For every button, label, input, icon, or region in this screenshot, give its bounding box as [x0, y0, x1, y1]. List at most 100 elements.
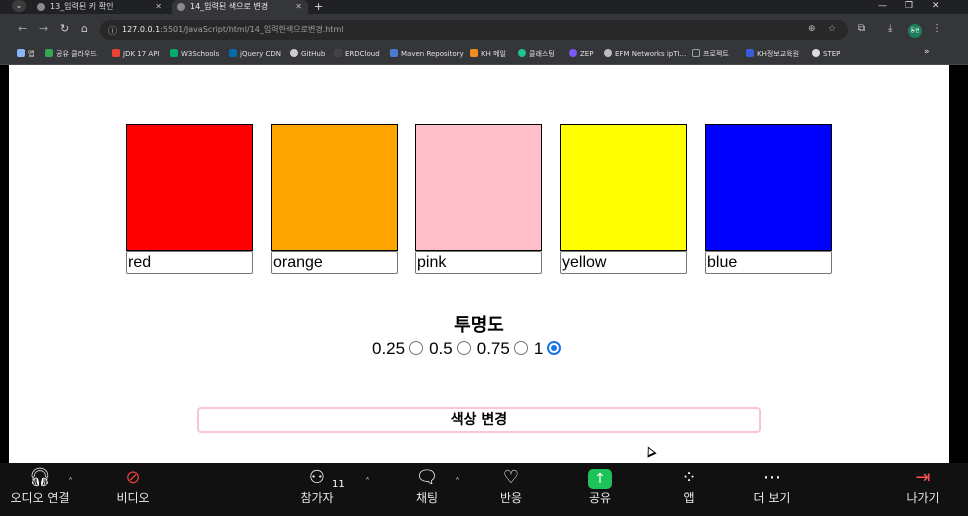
reload-icon[interactable]: ↻: [60, 23, 69, 35]
close-tab-icon[interactable]: ✕: [295, 0, 302, 13]
browser-tab[interactable]: 13_입력된 키 확인 ✕: [32, 0, 168, 14]
audio-options-caret-icon[interactable]: ˄: [68, 477, 73, 488]
bookmark-item[interactable]: 공유 클라우드: [45, 49, 97, 59]
bookmarks-bar: 앱 공유 클라우드 JDK 17 API W3Schools jQuery CD…: [0, 44, 968, 65]
meeting-control-bar: 🎧︎ 오디오 연결 ˄ ⊘ 비디오 ⚇ 참가자 11 ˄ 🗨︎ 채팅 ˄ ♡ 반…: [0, 463, 968, 516]
bookmark-icon: [518, 49, 526, 57]
globe-icon: [812, 49, 820, 57]
bookmark-item[interactable]: 앱: [17, 49, 34, 59]
opacity-radio-05[interactable]: [456, 340, 471, 355]
bookmark-star-icon[interactable]: ☆: [828, 24, 836, 34]
opacity-heading: 투명도: [454, 315, 504, 336]
minimize-icon[interactable]: —: [878, 0, 887, 13]
color-input-5[interactable]: blue: [705, 251, 832, 274]
close-tab-icon[interactable]: ✕: [155, 0, 162, 13]
bookmarks-overflow-button[interactable]: »: [924, 47, 930, 57]
address-bar[interactable]: ⓘ 127.0.0.1:5501/JavaScript/html/14_입력한색…: [100, 20, 848, 40]
bookmark-icon: [45, 49, 53, 57]
profile-avatar[interactable]: 동현: [908, 24, 922, 38]
more-icon: ⋯: [763, 467, 781, 488]
home-icon[interactable]: ⌂: [81, 23, 88, 35]
leave-icon: ⇥: [915, 467, 931, 488]
change-color-button[interactable]: 색상 변경: [197, 407, 761, 433]
reactions-button[interactable]: ♡ 반응: [486, 463, 536, 505]
color-box-1: [126, 124, 253, 251]
bookmark-item[interactable]: EFM Networks ipTI...: [604, 49, 686, 59]
browser-toolbar: ← → ↻ ⌂ ⓘ 127.0.0.1:5501/JavaScript/html…: [0, 14, 968, 44]
chat-icon: 🗨︎: [415, 467, 439, 488]
page-viewport: red orange pink yellow blue 투명도 0.25 0.5 0…: [9, 65, 949, 463]
bookmark-icon: [569, 49, 577, 57]
opacity-radio-025[interactable]: [409, 340, 424, 355]
download-icon[interactable]: ⤓: [888, 23, 892, 34]
bookmark-item[interactable]: 클래스팅: [518, 49, 555, 59]
bookmark-icon: [470, 49, 478, 57]
headphones-icon: 🎧︎: [28, 467, 52, 488]
opacity-label-1: 1: [533, 338, 544, 358]
back-icon[interactable]: ←: [18, 23, 27, 35]
participant-count: 11: [332, 479, 345, 490]
bookmark-item[interactable]: ERDCloud: [334, 49, 380, 59]
apps-icon: ⁘: [681, 467, 697, 488]
color-input-3[interactable]: pink: [415, 251, 542, 274]
opacity-label-025: 0.25: [372, 338, 406, 358]
tab-title: 14_입력된 색으로 변경: [190, 2, 269, 11]
tab-search-button[interactable]: ⌄: [12, 0, 26, 12]
tab-favicon-icon: [177, 3, 185, 11]
participants-options-caret-icon[interactable]: ˄: [365, 477, 370, 488]
color-box-5: [705, 124, 832, 251]
globe-icon: [604, 49, 612, 57]
bookmark-item[interactable]: JDK 17 API: [112, 49, 159, 59]
bookmark-item[interactable]: Maven Repository: [390, 49, 464, 59]
site-info-icon[interactable]: ⓘ: [108, 24, 117, 37]
github-icon: [290, 49, 298, 57]
browser-tab-active[interactable]: 14_입력된 색으로 변경 ✕: [172, 0, 308, 14]
tab-favicon-icon: [37, 3, 45, 11]
bookmark-item[interactable]: GitHub: [290, 49, 325, 59]
opacity-label-075: 0.75: [476, 338, 510, 358]
bookmark-item[interactable]: KH 메일: [470, 49, 506, 59]
more-button[interactable]: ⋯ 더 보기: [746, 463, 798, 505]
bookmark-item[interactable]: ZEP: [569, 49, 593, 59]
tab-title: 13_입력된 키 확인: [50, 2, 114, 11]
bookmark-icon: [746, 49, 754, 57]
video-off-icon: ⊘: [125, 467, 141, 488]
chat-options-caret-icon[interactable]: ˄: [455, 477, 460, 488]
zoom-icon[interactable]: ⊕: [808, 24, 816, 34]
share-screen-icon: ↑: [575, 463, 625, 491]
opacity-options: 0.25 0.5 0.75 1: [372, 338, 567, 358]
bookmark-item[interactable]: STEP: [812, 49, 840, 59]
url-text: 127.0.0.1:5501/JavaScript/html/14_입력한색으로…: [122, 25, 344, 34]
extensions-icon[interactable]: ⧉: [858, 23, 865, 34]
bookmark-item[interactable]: KH정보교육원: [746, 49, 799, 59]
opacity-radio-1[interactable]: [547, 340, 562, 355]
share-button[interactable]: ↑ 공유: [575, 463, 625, 505]
bookmark-item[interactable]: W3Schools: [170, 49, 219, 59]
bookmark-folder[interactable]: 프로젝트: [692, 49, 729, 59]
bookmark-icon: [170, 49, 178, 57]
close-window-icon[interactable]: ✕: [932, 0, 940, 13]
bookmark-item[interactable]: jQuery CDN: [229, 49, 281, 59]
color-box-3: [415, 124, 542, 251]
video-button[interactable]: ⊘ 비디오: [108, 463, 158, 505]
opacity-radio-075[interactable]: [513, 340, 528, 355]
color-input-2[interactable]: orange: [271, 251, 398, 274]
menu-icon[interactable]: ⋮: [932, 23, 942, 34]
apps-button[interactable]: ⁘ 앱: [664, 463, 714, 505]
color-input-4[interactable]: yellow: [560, 251, 687, 274]
audio-button[interactable]: 🎧︎ 오디오 연결: [8, 463, 72, 505]
color-input-1[interactable]: red: [126, 251, 253, 274]
forward-icon[interactable]: →: [39, 23, 48, 35]
bookmark-icon: [229, 49, 237, 57]
color-box-2: [271, 124, 398, 251]
leave-button[interactable]: ⇥ 나가기: [898, 463, 948, 505]
bookmark-icon: [112, 49, 120, 57]
color-box-4: [560, 124, 687, 251]
opacity-label-05: 0.5: [429, 338, 453, 358]
heart-icon: ♡: [502, 467, 520, 488]
restore-icon[interactable]: ❐: [905, 0, 913, 13]
new-tab-button[interactable]: +: [314, 0, 323, 13]
apps-icon: [17, 49, 25, 57]
chat-button[interactable]: 🗨︎ 채팅: [402, 463, 452, 505]
folder-icon: [692, 49, 700, 57]
